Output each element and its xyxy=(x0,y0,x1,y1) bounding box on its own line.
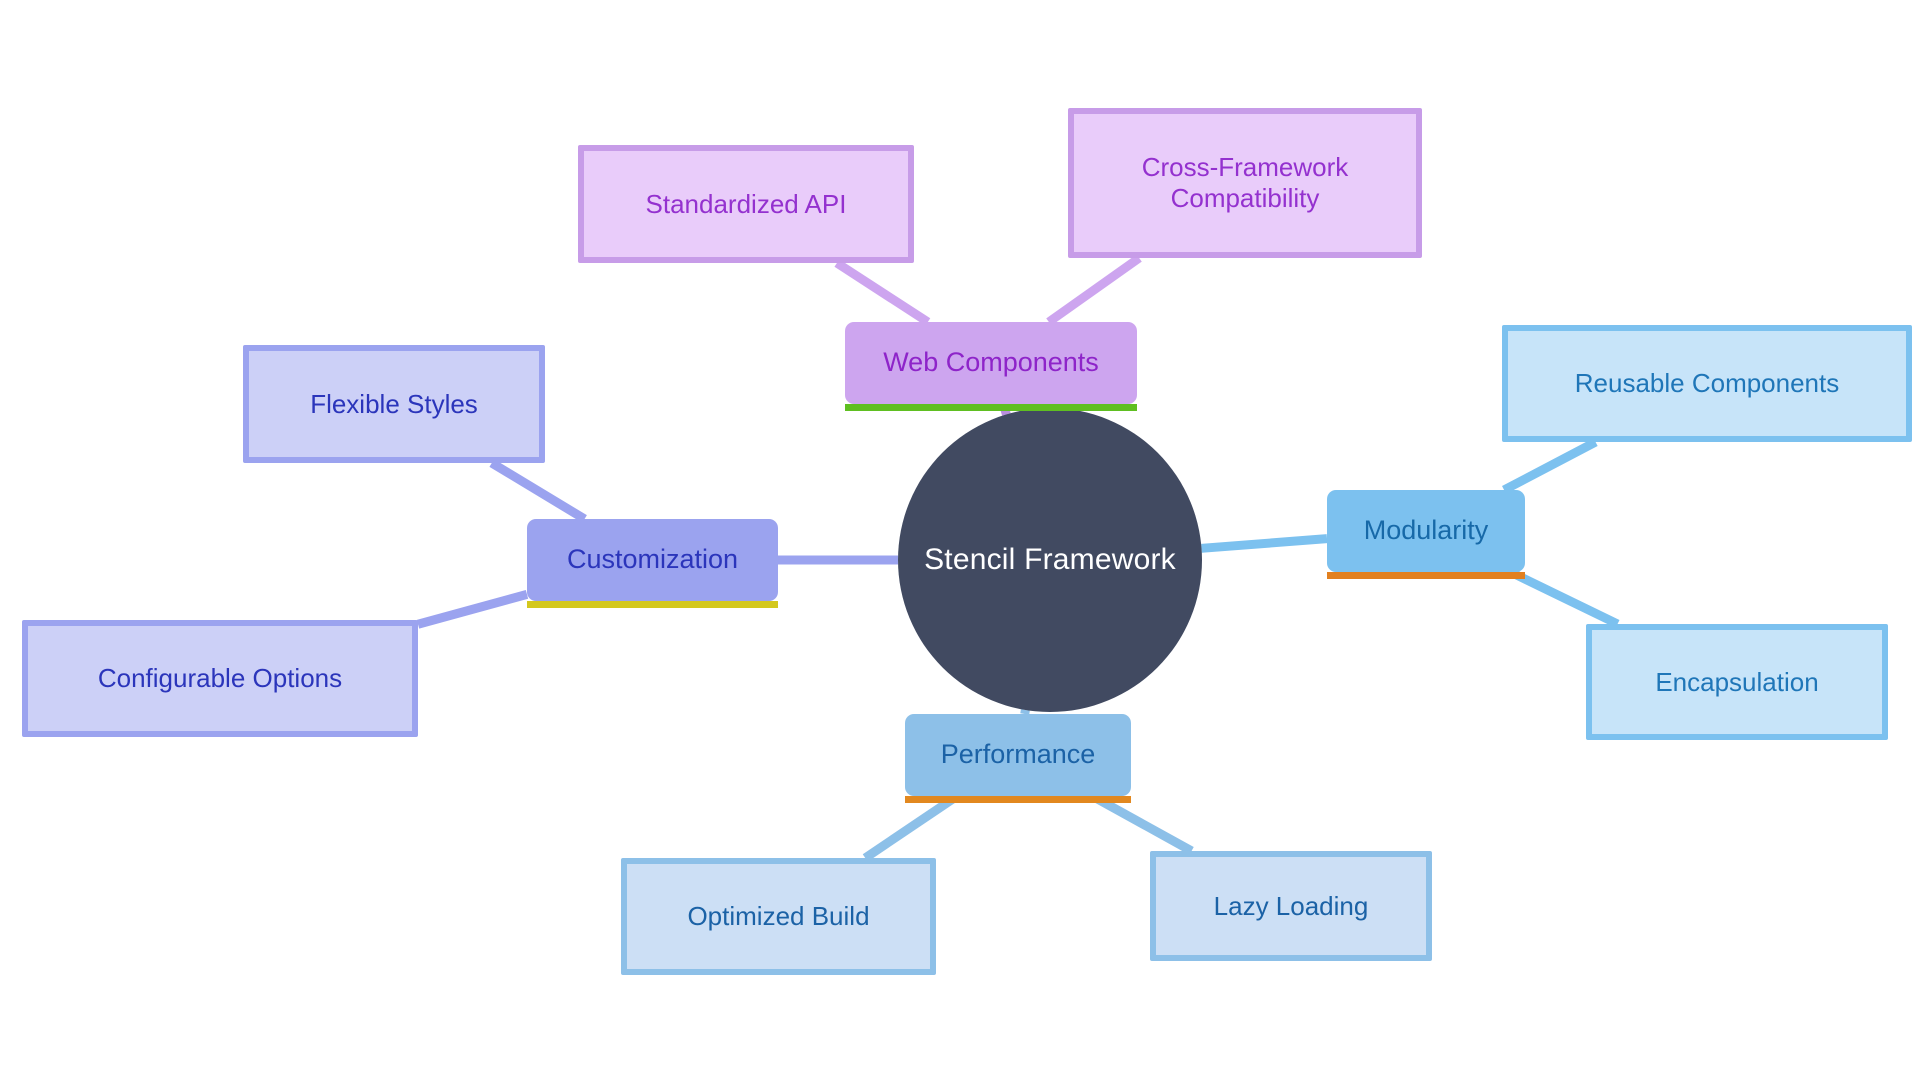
leaf-node-label: Reusable Components xyxy=(1574,368,1840,399)
branch-accent-bar-performance xyxy=(905,796,1131,803)
leaf-node-optimized-build[interactable]: Optimized Build xyxy=(621,858,936,975)
leaf-node-label: Configurable Options xyxy=(97,663,343,694)
branch-node-web-components[interactable]: Web Components xyxy=(845,322,1137,411)
leaf-node-label: Lazy Loading xyxy=(1213,890,1369,921)
branch-accent-bar-customization xyxy=(527,601,778,608)
edge-web-components-standardized-api xyxy=(834,259,931,326)
leaf-node-configurable-options[interactable]: Configurable Options xyxy=(22,620,418,737)
branch-node-performance[interactable]: Performance xyxy=(905,714,1131,803)
branch-node-label: Performance xyxy=(940,739,1096,770)
edge-performance-optimized-build xyxy=(862,792,960,862)
edge-root-modularity xyxy=(1201,534,1328,553)
leaf-node-label: Cross-Framework Compatibility xyxy=(1141,152,1349,213)
branch-node-label: Web Components xyxy=(883,347,1099,378)
leaf-node-standardized-api[interactable]: Standardized API xyxy=(578,145,914,263)
edge-web-components-cross-framework xyxy=(1046,254,1142,326)
edge-customization-configurable-options xyxy=(416,590,529,629)
leaf-node-reusable-components[interactable]: Reusable Components xyxy=(1502,325,1912,442)
root-node-label: Stencil Framework xyxy=(924,543,1176,577)
leaf-node-label: Standardized API xyxy=(645,188,847,219)
leaf-node-label: Flexible Styles xyxy=(310,388,478,419)
root-node-stencil-framework[interactable]: Stencil Framework xyxy=(898,408,1202,712)
edge-modularity-encapsulation xyxy=(1508,567,1620,629)
leaf-node-lazy-loading[interactable]: Lazy Loading xyxy=(1150,851,1432,961)
branch-accent-bar-modularity xyxy=(1327,572,1525,579)
leaf-node-encapsulation[interactable]: Encapsulation xyxy=(1586,624,1888,740)
edge-customization-flexible-styles xyxy=(489,459,587,523)
leaf-node-label: Optimized Build xyxy=(687,901,870,932)
leaf-node-cross-framework-compatibility[interactable]: Cross-Framework Compatibility xyxy=(1068,108,1422,258)
edge-performance-lazy-loading xyxy=(1089,792,1194,855)
branch-node-modularity[interactable]: Modularity xyxy=(1327,490,1525,579)
leaf-node-label: Encapsulation xyxy=(1655,666,1819,697)
mind-map-canvas: Stencil Framework Web Components Standardi… xyxy=(0,0,1920,1080)
branch-node-customization[interactable]: Customization xyxy=(527,519,778,608)
leaf-node-flexible-styles[interactable]: Flexible Styles xyxy=(243,345,545,463)
branch-node-label: Customization xyxy=(566,544,739,575)
edge-modularity-reusable-components xyxy=(1502,438,1598,494)
branch-accent-bar-web-components xyxy=(845,404,1137,411)
branch-node-label: Modularity xyxy=(1363,515,1489,546)
